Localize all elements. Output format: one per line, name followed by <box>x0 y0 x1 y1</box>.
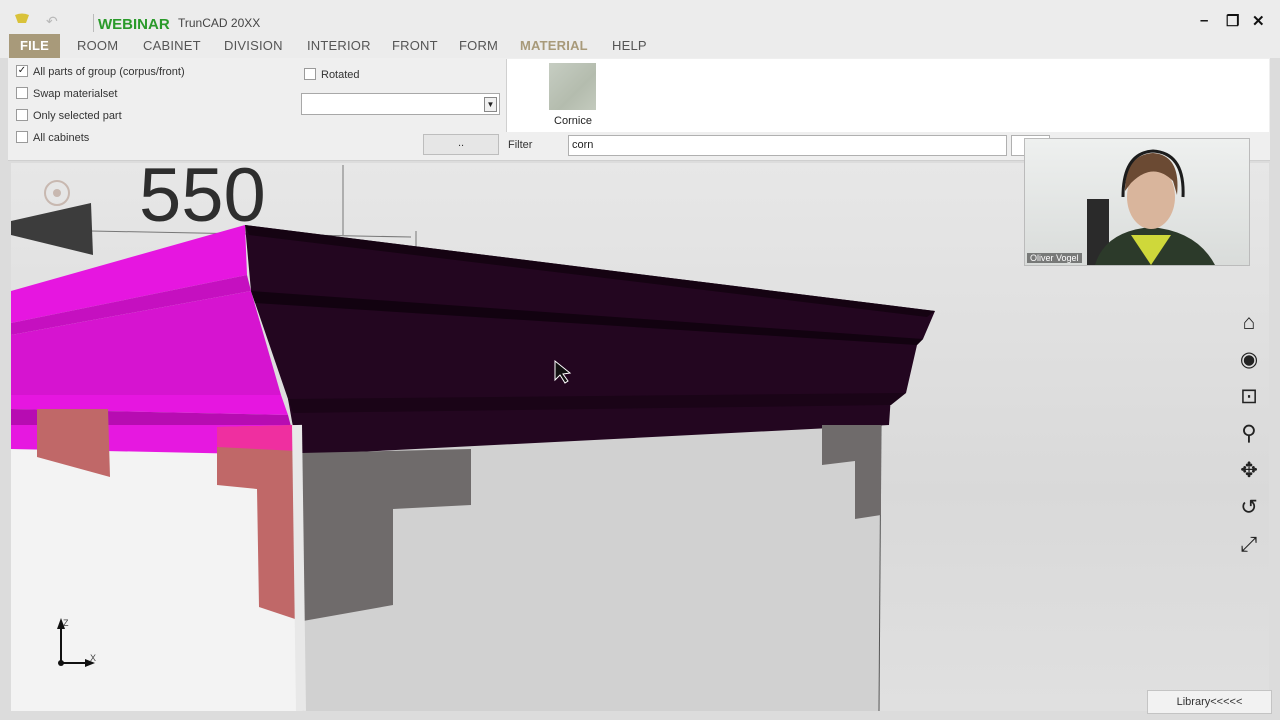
minimize-button[interactable]: – <box>1200 12 1208 29</box>
title-separator <box>93 14 94 32</box>
close-button[interactable]: ✕ <box>1252 12 1265 30</box>
webcam-overlay: Oliver Vogel <box>1024 138 1250 266</box>
checkbox-rotated[interactable]: Rotated <box>304 68 360 81</box>
axis-x-label: X <box>90 653 97 663</box>
presenter-video <box>1087 149 1215 265</box>
fit-icon[interactable]: ⤢ <box>1236 532 1262 558</box>
checkbox-label: All parts of group (corpus/front) <box>33 66 185 78</box>
title-bar: ↶ WEBINAR TrunCAD 20XX – ❐ ✕ <box>0 0 1280 34</box>
checkbox-box[interactable] <box>16 109 28 122</box>
view-icon[interactable]: ◉ <box>1236 347 1262 373</box>
menu-bar: FILE ROOM CABINET DIVISION INTERIOR FRON… <box>0 34 1280 58</box>
menu-interior[interactable]: INTERIOR <box>307 34 371 58</box>
filter-input[interactable]: corn <box>568 135 1007 156</box>
checkbox-label: Swap materialset <box>33 88 118 100</box>
checkbox-swap-materialset[interactable]: Swap materialset <box>16 87 117 103</box>
material-swatch-label: Cornice <box>554 115 592 127</box>
material-swatch-cornice[interactable] <box>549 63 596 110</box>
filter-label: Filter <box>508 139 533 151</box>
material-set-dropdown[interactable]: ▼ <box>301 93 500 115</box>
checkbox-box[interactable] <box>304 68 316 81</box>
brand-label: WEBINAR <box>98 16 170 33</box>
menu-cabinet[interactable]: CABINET <box>143 34 201 58</box>
checkbox-label: All cabinets <box>33 132 90 144</box>
app-title: TrunCAD 20XX <box>178 16 261 30</box>
checkbox-all-parts-of-group[interactable]: ✓ All parts of group (corpus/front) <box>16 65 185 81</box>
menu-file[interactable]: FILE <box>9 34 60 58</box>
axis-z-label: Z <box>63 618 69 628</box>
checkbox-all-cabinets[interactable]: All cabinets <box>16 131 89 147</box>
zoom-icon[interactable]: ⚲ <box>1236 421 1262 447</box>
pan-icon[interactable]: ✥ <box>1236 458 1262 484</box>
app-logo-icon <box>15 13 29 23</box>
menu-material[interactable]: MATERIAL <box>520 34 588 58</box>
library-button[interactable]: Library<<<<< <box>1147 690 1272 714</box>
menu-help[interactable]: HELP <box>612 34 647 58</box>
home-icon[interactable]: ⌂ <box>1236 310 1262 336</box>
chevron-down-icon[interactable]: ▼ <box>484 97 497 112</box>
checkbox-box[interactable] <box>16 131 28 144</box>
webcam-name: Oliver Vogel <box>1027 253 1082 263</box>
checkbox-label: Rotated <box>321 69 360 81</box>
material-library-pane: Cornice <box>506 59 1269 132</box>
checkbox-only-selected-part[interactable]: Only selected part <box>16 109 122 125</box>
menu-form[interactable]: FORM <box>459 34 498 58</box>
menu-front[interactable]: FRONT <box>392 34 438 58</box>
menu-room[interactable]: ROOM <box>77 34 118 58</box>
checkbox-label: Only selected part <box>33 110 122 122</box>
dimension-arrow <box>11 203 93 255</box>
zoom-window-icon[interactable]: ⊡ <box>1236 384 1262 410</box>
undo-icon[interactable]: ↶ <box>46 13 58 30</box>
checkbox-box[interactable] <box>16 87 28 100</box>
restore-button[interactable]: ❐ <box>1226 12 1239 30</box>
checkbox-box[interactable]: ✓ <box>16 65 28 78</box>
rotate-icon[interactable]: ↺ <box>1236 495 1262 521</box>
menu-division[interactable]: DIVISION <box>224 34 283 58</box>
browse-button[interactable]: .. <box>423 134 499 155</box>
